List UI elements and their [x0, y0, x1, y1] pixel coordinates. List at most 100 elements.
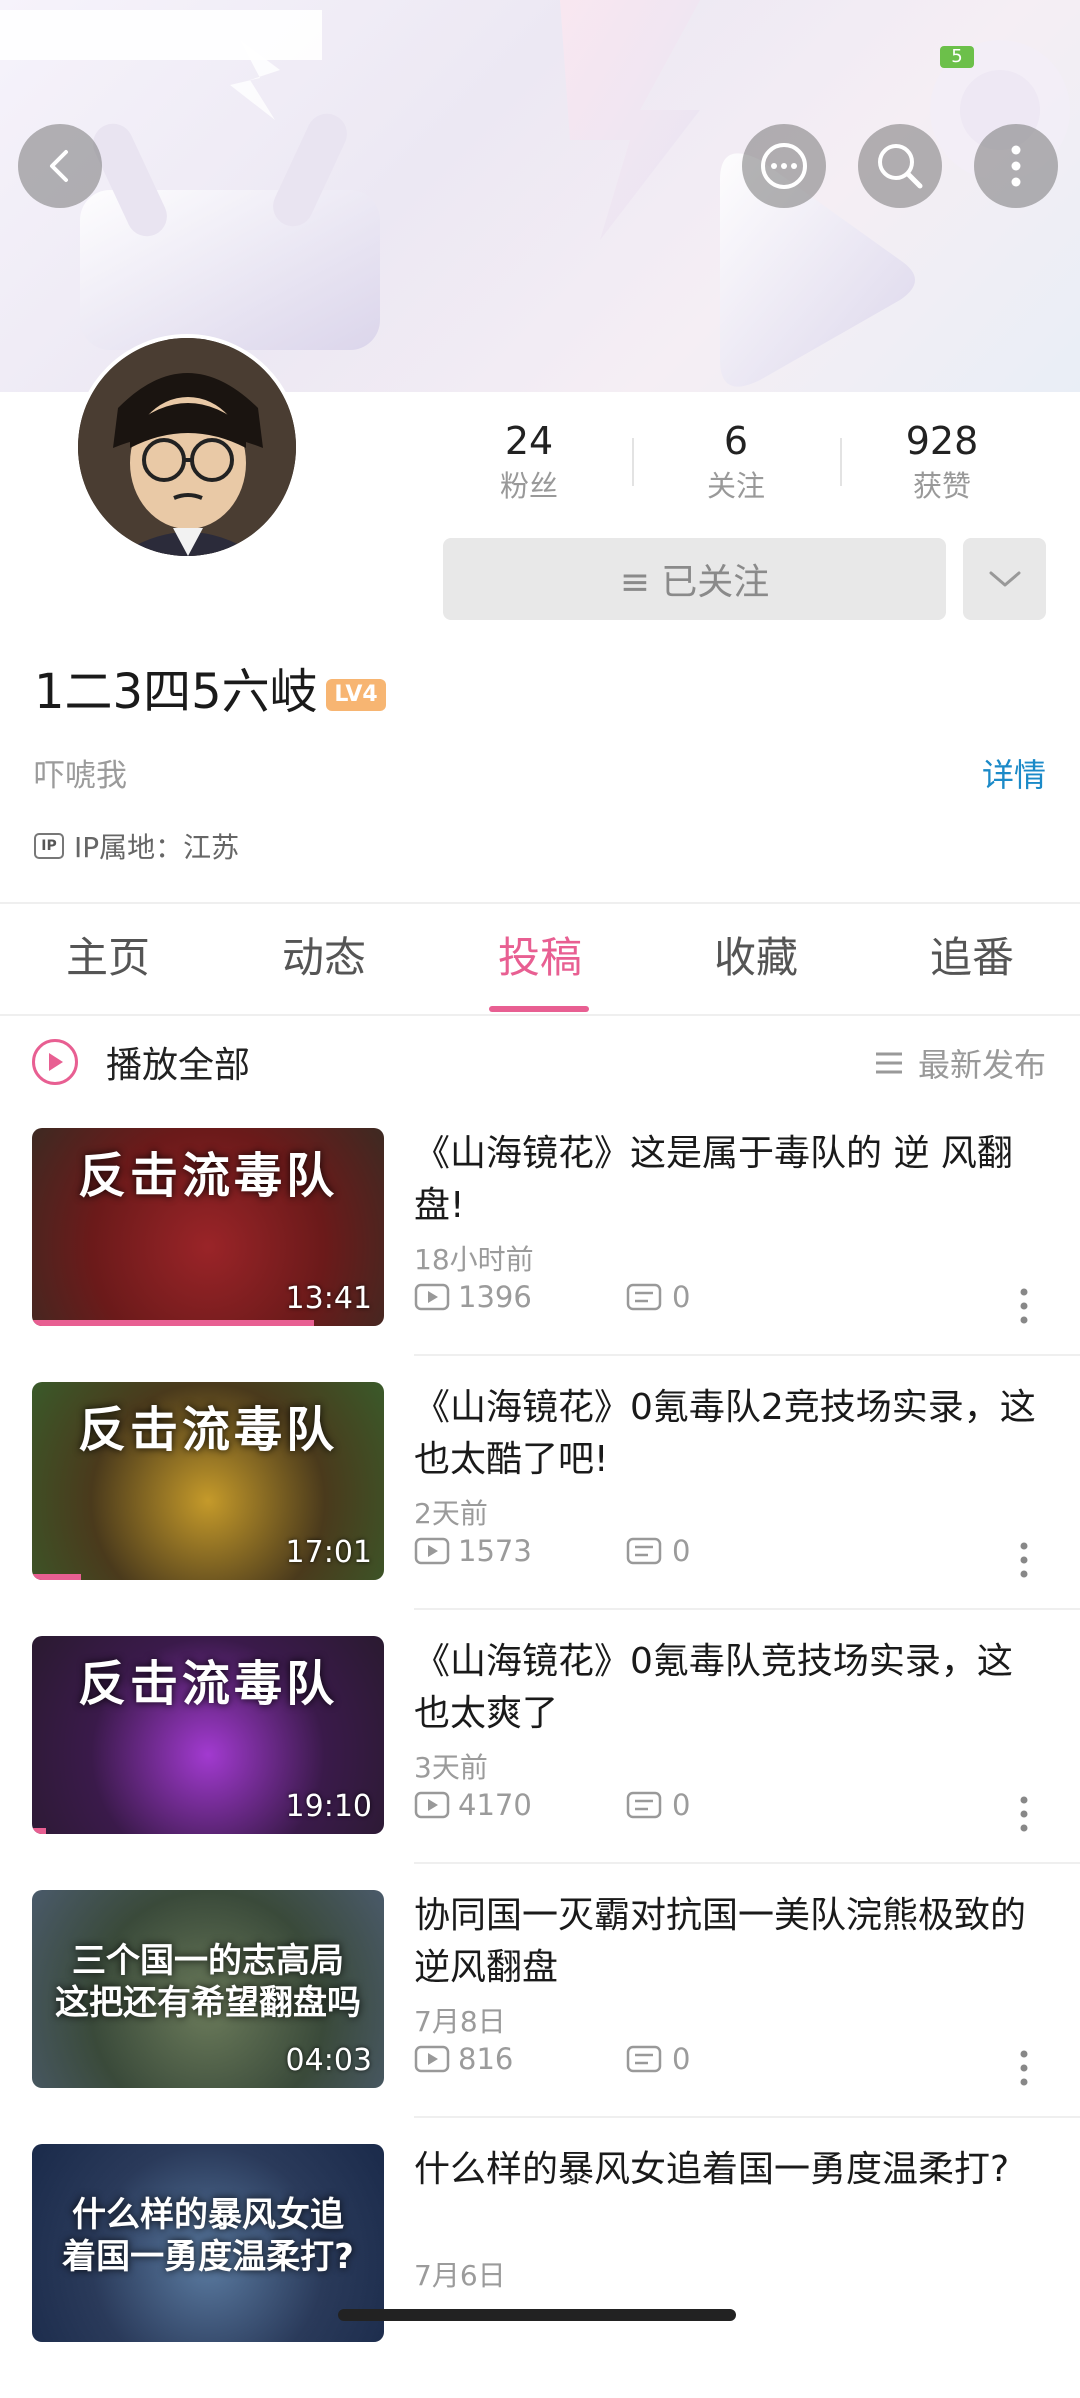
- message-button[interactable]: [742, 124, 826, 208]
- thumbnail-overlay-text: 什么样的暴风女追 着国一勇度温柔打?: [62, 2195, 354, 2277]
- play-icon: [32, 1039, 78, 1085]
- more-vertical-icon: [1020, 1288, 1028, 1324]
- video-duration: 17:01: [285, 1535, 372, 1570]
- video-more-button[interactable]: [1018, 1540, 1030, 1580]
- play-all-button[interactable]: 播放全部: [32, 1034, 250, 1090]
- video-time: 7月8日: [414, 2005, 506, 2038]
- chat-bubble-icon: [761, 143, 807, 189]
- watch-progress-bar: [32, 1828, 47, 1834]
- signature: 吓唬我: [34, 758, 127, 794]
- video-item[interactable]: 反击流毒队 17:01 《山海镜花》0氪毒队2竞技场实录，这也太酷了吧! 2天前…: [0, 1382, 1080, 1636]
- comment-count-icon: [626, 1537, 662, 1565]
- sort-button[interactable]: 最新发布: [874, 1040, 1046, 1086]
- username: 1二3四5六岐: [34, 664, 318, 720]
- status-time-area: [0, 10, 322, 60]
- ip-location: IP IP属地：江苏: [34, 826, 239, 866]
- ip-icon: IP: [34, 833, 64, 859]
- view-count: 4170: [458, 1788, 532, 1822]
- avatar[interactable]: [74, 334, 300, 560]
- avatar-image: [78, 338, 296, 556]
- stat-fans-label: 粉丝: [499, 469, 558, 503]
- watch-progress-bar: [32, 1320, 314, 1326]
- video-separator: [414, 1354, 1080, 1356]
- video-duration: 04:03: [285, 2043, 372, 2078]
- video-thumbnail[interactable]: 反击流毒队 17:01: [32, 1382, 384, 1580]
- tab-submissions[interactable]: 投稿: [432, 902, 648, 1014]
- back-button[interactable]: [18, 124, 102, 208]
- more-options-button[interactable]: [974, 124, 1058, 208]
- active-tab-indicator: [489, 1006, 589, 1012]
- comment-count: 0: [672, 1280, 691, 1314]
- video-thumbnail[interactable]: 什么样的暴风女追 着国一勇度温柔打?: [32, 2144, 384, 2342]
- follow-dropdown-button[interactable]: [963, 538, 1046, 620]
- more-vertical-icon: [1020, 1542, 1028, 1578]
- video-item[interactable]: 三个国一的志高局 这把还有希望翻盘吗 04:03 协同国一灭霸对抗国一美队浣熊极…: [0, 1890, 1080, 2144]
- ip-location-text: IP属地：江苏: [74, 831, 240, 864]
- video-title[interactable]: 什么样的暴风女追着国一勇度温柔打?: [414, 2144, 1044, 2196]
- status-bar: 5: [0, 0, 1080, 68]
- video-thumbnail[interactable]: 反击流毒队 19:10: [32, 1636, 384, 1834]
- video-title[interactable]: 协同国一灭霸对抗国一美队浣熊极致的逆风翻盘: [414, 1890, 1044, 1994]
- thumbnail-overlay-text: 反击流毒队: [77, 1148, 338, 1204]
- search-icon: [878, 144, 923, 189]
- more-vertical-icon: [1020, 1796, 1028, 1832]
- profile-banner: 5: [0, 0, 1080, 392]
- more-vertical-icon: [1011, 145, 1021, 187]
- level-badge: LV4: [326, 679, 386, 711]
- video-thumbnail[interactable]: 三个国一的志高局 这把还有希望翻盘吗 04:03: [32, 1890, 384, 2088]
- tab-bangumi[interactable]: 追番: [864, 902, 1080, 1014]
- home-indicator: [338, 2309, 736, 2321]
- search-button[interactable]: [858, 124, 942, 208]
- stat-likes[interactable]: 928 获赞: [862, 416, 1022, 506]
- video-title[interactable]: 《山海镜花》这是属于毒队的 逆 风翻 盘!: [414, 1128, 1044, 1232]
- video-meta: 1573 0: [414, 1534, 690, 1568]
- video-separator: [414, 1608, 1080, 1610]
- chevron-left-icon: [50, 150, 68, 182]
- video-more-button[interactable]: [1018, 1794, 1030, 1834]
- chevron-down-icon: [989, 571, 1020, 587]
- play-count-icon: [414, 1537, 450, 1565]
- stat-fans-value: 24: [504, 419, 554, 463]
- play-all-label: 播放全部: [106, 1045, 251, 1086]
- comment-count: 0: [672, 1788, 691, 1822]
- video-item[interactable]: 反击流毒队 19:10 《山海镜花》0氪毒队竞技场实录，这也太爽了 3天前 41…: [0, 1636, 1080, 1890]
- stat-likes-value: 928: [905, 419, 979, 463]
- play-count-icon: [414, 1791, 450, 1819]
- video-more-button[interactable]: [1018, 2048, 1030, 2088]
- video-time: 3天前: [414, 1751, 488, 1784]
- followed-button[interactable]: ≡ 已关注: [443, 538, 946, 620]
- thumbnail-overlay-text: 反击流毒队: [77, 1656, 338, 1712]
- video-more-button[interactable]: [1018, 1286, 1030, 1326]
- tab-favorites[interactable]: 收藏: [648, 902, 864, 1014]
- battery-icon: 5: [940, 46, 974, 68]
- video-item[interactable]: 反击流毒队 13:41 《山海镜花》这是属于毒队的 逆 风翻 盘! 18小时前 …: [0, 1128, 1080, 1382]
- video-separator: [414, 1862, 1080, 1864]
- video-thumbnail[interactable]: 反击流毒队 13:41: [32, 1128, 384, 1326]
- video-title[interactable]: 《山海镜花》0氪毒队竞技场实录，这也太爽了: [414, 1636, 1044, 1740]
- play-count-icon: [414, 1283, 450, 1311]
- stat-fans[interactable]: 24 粉丝: [449, 416, 609, 506]
- tab-home[interactable]: 主页: [0, 902, 216, 1014]
- view-count: 816: [458, 2042, 514, 2076]
- watch-progress-bar: [32, 1574, 82, 1580]
- sort-label: 最新发布: [917, 1046, 1046, 1084]
- video-time: 2天前: [414, 1497, 488, 1530]
- video-duration: 13:41: [285, 1281, 372, 1316]
- detail-link[interactable]: 详情: [982, 750, 1046, 796]
- thumbnail-overlay-text: 三个国一的志高局 这把还有希望翻盘吗: [55, 1941, 361, 2023]
- tab-dynamics[interactable]: 动态: [216, 902, 432, 1014]
- stat-following-label: 关注: [706, 469, 765, 503]
- comment-count: 0: [672, 1534, 691, 1568]
- video-item[interactable]: 什么样的暴风女追 着国一勇度温柔打? 什么样的暴风女追着国一勇度温柔打? 7月6…: [0, 2144, 1080, 2398]
- video-separator: [414, 2116, 1080, 2118]
- view-count: 1396: [458, 1280, 532, 1314]
- stat-likes-label: 获赞: [912, 469, 971, 503]
- profile-tabs: 主页 动态 投稿 收藏 追番: [0, 902, 1080, 1014]
- thumbnail-overlay-text: 反击流毒队: [77, 1402, 338, 1458]
- stat-following[interactable]: 6 关注: [656, 416, 816, 506]
- stat-divider: [632, 438, 634, 486]
- comment-count: 0: [672, 2042, 691, 2076]
- video-title[interactable]: 《山海镜花》0氪毒队2竞技场实录，这也太酷了吧!: [414, 1382, 1044, 1486]
- play-count-icon: [414, 2045, 450, 2073]
- view-count: 1573: [458, 1534, 532, 1568]
